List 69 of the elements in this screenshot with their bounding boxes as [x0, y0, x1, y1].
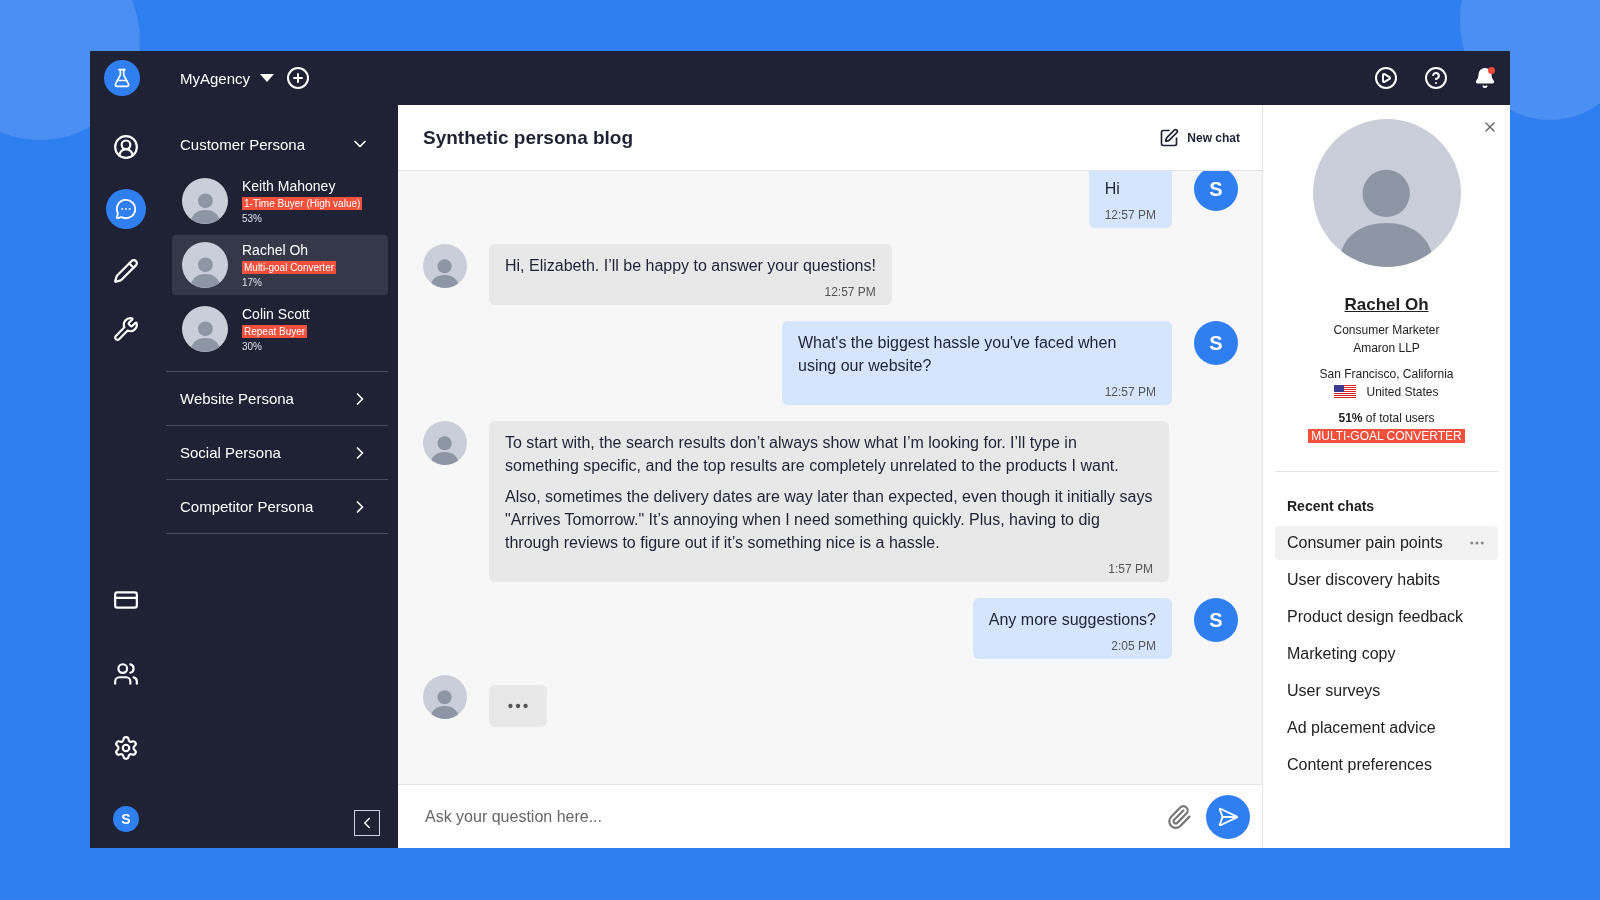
persona-name: Colin Scott: [242, 306, 310, 322]
chat-title: Synthetic persona blog: [423, 126, 634, 149]
persona-group-header[interactable]: Customer Persona: [166, 117, 388, 171]
user-avatar: S: [1194, 321, 1238, 365]
avatar-silhouette: [423, 421, 467, 465]
collapse-button[interactable]: [354, 810, 380, 836]
send-icon: [1217, 805, 1239, 828]
message-text: Hi: [1104, 179, 1121, 199]
message-text: Any more suggestions?: [988, 610, 1156, 630]
persona-percent: 53%: [242, 213, 262, 224]
avatar-silhouette: [423, 244, 467, 288]
recent-chat-item[interactable]: Consumer pain points: [1275, 526, 1498, 560]
agency-dropdown[interactable]: MyAgency: [180, 69, 275, 87]
message-time: 1:57 PM: [1108, 562, 1153, 576]
persona-group-header[interactable]: Social Persona: [166, 426, 388, 480]
recent-chats-title: Recent chats: [1287, 498, 1376, 514]
message-text: Also, sometimes the delivery dates are way later than expected, even though it initially says "Arrives Tomorrow." It’s annoying when I need something quickly. Plus, having to dig through reviews to figure out if it’s something nice is a hassle.: [505, 487, 1153, 553]
recent-chat-item[interactable]: User surveys: [1275, 674, 1498, 708]
persona-percent: 30%: [242, 341, 262, 352]
new-chat-button[interactable]: New chat: [1153, 126, 1246, 149]
recent-chat-item[interactable]: Marketing copy: [1275, 637, 1498, 671]
flag-icon: [1334, 385, 1357, 399]
message-time: 12:57 PM: [1104, 385, 1156, 399]
persona-tag: 1-Time Buyer (High value): [242, 197, 363, 210]
question-input[interactable]: Ask your question here...: [423, 806, 1152, 827]
add-icon[interactable]: [286, 66, 311, 90]
user-avatar[interactable]: S: [113, 806, 139, 832]
persona-item[interactable]: Keith Mahoney 1-Time Buyer (High value) 53%: [172, 171, 388, 231]
profile-share: 51% of total users: [1338, 411, 1435, 425]
profile-country: United States: [1366, 385, 1439, 399]
profile-name[interactable]: Rachel Oh: [1344, 295, 1429, 315]
recent-chat-item[interactable]: Content preferences: [1275, 748, 1498, 782]
flask-logo-icon[interactable]: [104, 60, 140, 96]
message-time: 12:57 PM: [824, 285, 876, 299]
avatar-silhouette: [182, 178, 228, 224]
notification-icon[interactable]: [1474, 67, 1496, 89]
play-icon[interactable]: [1374, 66, 1398, 90]
chat-icon[interactable]: [106, 189, 146, 229]
persona-percent: 17%: [242, 277, 262, 288]
user-avatar: S: [1194, 171, 1238, 211]
persona-item[interactable]: Colin Scott Repeat Buyer 30%: [172, 299, 388, 359]
help-icon[interactable]: [1424, 66, 1448, 90]
recent-chat-item[interactable]: User discovery habits: [1275, 563, 1498, 597]
persona-group-header[interactable]: Competitor Persona: [166, 480, 388, 534]
persona-name: Rachel Oh: [242, 242, 309, 258]
avatar-silhouette: [182, 242, 228, 288]
message-text: Hi, Elizabeth. I’ll be happy to answer your questions!: [505, 256, 876, 276]
message-text: To start with, the search results don’t always show what I’m looking for. I’ll type in something specific, and the top results are completely unrelated to the products I want.: [505, 433, 1120, 476]
persona-name: Keith Mahoney: [242, 178, 336, 194]
recent-chat-item[interactable]: Ad placement advice: [1275, 711, 1498, 745]
profile-tag: MULTI-GOAL CONVERTER: [1308, 429, 1465, 443]
question-input-bar[interactable]: Ask your question here...: [398, 784, 1262, 848]
recent-chat-item[interactable]: Product design feedback: [1275, 600, 1498, 634]
profile-location: San Francisco, California: [1319, 367, 1454, 381]
message-time: 2:05 PM: [1111, 639, 1156, 653]
profile-role: Consumer Marketer: [1333, 323, 1440, 337]
edit-icon: [1159, 127, 1180, 148]
profile-company: Amaron LLP: [1353, 341, 1420, 355]
persona-group-header[interactable]: Website Persona: [166, 372, 388, 426]
avatar-silhouette: [182, 306, 228, 352]
persona-tag: Multi-goal Converter: [242, 261, 337, 274]
user-avatar: S: [1194, 598, 1238, 642]
send-button[interactable]: [1206, 794, 1250, 839]
message-text: What's the biggest hassle you've faced when using our website?: [798, 333, 1118, 376]
message-time: 12:57 PM: [1104, 208, 1156, 222]
paperclip-icon[interactable]: [1166, 803, 1192, 830]
avatar-silhouette: [423, 675, 467, 719]
persona-item[interactable]: Rachel Oh Multi-goal Converter 17%: [172, 235, 388, 295]
persona-tag: Repeat Buyer: [242, 325, 308, 338]
